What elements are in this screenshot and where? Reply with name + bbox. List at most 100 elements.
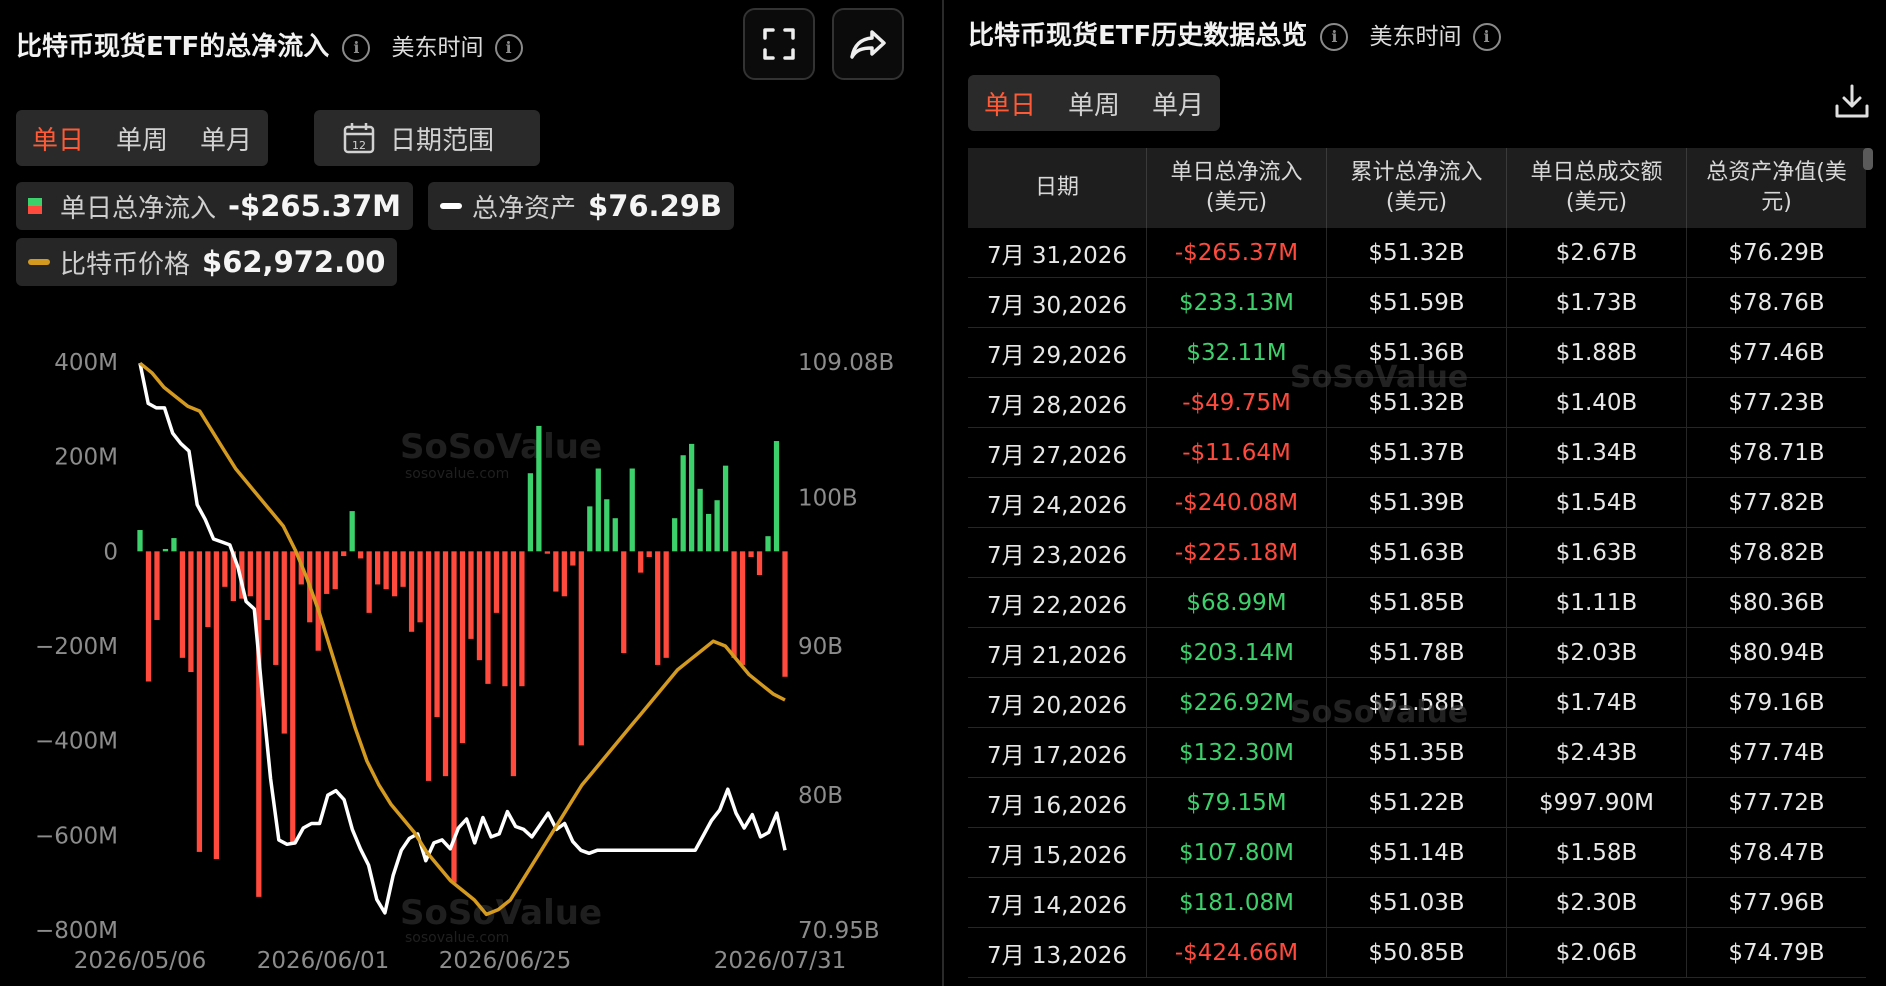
- flow-bar[interactable]: [281, 551, 287, 734]
- flow-bar[interactable]: [553, 551, 559, 592]
- flow-bar[interactable]: [188, 551, 194, 673]
- flow-bar[interactable]: [510, 551, 517, 777]
- table-row[interactable]: 7月 24,2026 -$240.08M $51.39B $1.54B $77.82B: [968, 477, 1866, 528]
- download-button[interactable]: [1832, 82, 1872, 126]
- share-button[interactable]: [832, 8, 904, 80]
- flow-bar[interactable]: [773, 441, 780, 552]
- flow-bar[interactable]: [256, 551, 262, 897]
- flow-bar[interactable]: [782, 551, 788, 677]
- flow-bar[interactable]: [391, 551, 398, 597]
- flow-bar[interactable]: [561, 551, 567, 597]
- table-row[interactable]: 7月 31,2026 -$265.37M $51.32B $2.67B $76.29B: [968, 228, 1866, 278]
- date-range-button[interactable]: 12 日期范围: [314, 110, 540, 166]
- tab-month[interactable]: 单月: [184, 120, 268, 157]
- legend-price[interactable]: 比特币价格 $62,972.00: [16, 238, 398, 286]
- flow-bar[interactable]: [629, 468, 635, 552]
- col-header-nav[interactable]: 总资产净值(美 元): [1686, 148, 1866, 228]
- flow-bar[interactable]: [705, 513, 712, 552]
- flow-bar[interactable]: [179, 551, 186, 658]
- table-row[interactable]: 7月 15,2026 $107.80M $51.14B $1.58B $78.47B: [968, 827, 1866, 878]
- table-row[interactable]: 7月 22,2026 $68.99M $51.85B $1.11B $80.36B: [968, 577, 1866, 628]
- flow-bar[interactable]: [655, 551, 661, 665]
- flow-bar[interactable]: [434, 551, 440, 717]
- flow-bar[interactable]: [638, 551, 644, 573]
- table-row[interactable]: 7月 17,2026 $132.30M $51.35B $2.43B $77.74B: [968, 727, 1866, 778]
- flow-bar[interactable]: [290, 551, 296, 845]
- flow-bar[interactable]: [621, 551, 627, 654]
- info-icon[interactable]: i: [1472, 23, 1501, 51]
- flow-bar[interactable]: [502, 551, 508, 687]
- flow-bar[interactable]: [366, 551, 372, 613]
- tab-day[interactable]: 单日: [968, 85, 1052, 122]
- flow-bar[interactable]: [493, 551, 500, 613]
- legend-flow[interactable]: 单日总净流入 -$265.37M: [16, 182, 413, 230]
- flow-bar[interactable]: [273, 551, 279, 665]
- flow-bar[interactable]: [145, 551, 152, 682]
- tab-day[interactable]: 单日: [16, 120, 100, 157]
- table-row[interactable]: 7月 16,2026 $79.15M $51.22B $997.90M $77.72B: [968, 777, 1866, 828]
- col-header-cum-flow[interactable]: 累计总净流入 (美元): [1326, 148, 1507, 228]
- col-header-volume[interactable]: 单日总成交额 (美元): [1506, 148, 1687, 228]
- flow-bar[interactable]: [341, 551, 347, 557]
- flow-bar[interactable]: [604, 499, 610, 552]
- flow-bar[interactable]: [587, 506, 593, 552]
- legend-assets[interactable]: 总净资产 $76.29B: [428, 182, 735, 230]
- flow-bar[interactable]: [408, 551, 415, 632]
- flow-bar[interactable]: [213, 551, 220, 859]
- flow-bar[interactable]: [375, 551, 381, 585]
- table-row[interactable]: 7月 21,2026 $203.14M $51.78B $2.03B $80.94B: [968, 627, 1866, 678]
- table-row[interactable]: 7月 14,2026 $181.08M $51.03B $2.30B $77.96B: [968, 877, 1866, 928]
- info-icon[interactable]: i: [494, 34, 523, 62]
- flow-bar[interactable]: [731, 551, 737, 658]
- flow-bar[interactable]: [722, 465, 729, 552]
- flow-bar[interactable]: [680, 455, 686, 552]
- col-header-daily-flow[interactable]: 单日总净流入 (美元): [1146, 148, 1327, 228]
- table-scrollbar[interactable]: [1863, 148, 1873, 170]
- flow-bar[interactable]: [544, 551, 550, 554]
- flow-bar[interactable]: [646, 551, 652, 558]
- flow-bar[interactable]: [358, 551, 364, 559]
- flow-bar[interactable]: [459, 551, 466, 744]
- flow-bar[interactable]: [612, 518, 618, 552]
- flow-bar[interactable]: [672, 518, 678, 552]
- info-icon[interactable]: i: [1320, 23, 1349, 51]
- flow-bar[interactable]: [748, 551, 754, 558]
- flow-bar[interactable]: [527, 473, 534, 552]
- flow-bar[interactable]: [689, 443, 695, 552]
- fullscreen-button[interactable]: [743, 8, 815, 80]
- flow-bar[interactable]: [247, 551, 253, 597]
- table-row[interactable]: 7月 23,2026 -$225.18M $51.63B $1.63B $78.82B: [968, 527, 1866, 578]
- flow-bar[interactable]: [578, 551, 584, 746]
- flow-bar[interactable]: [697, 488, 703, 552]
- tab-week[interactable]: 单周: [100, 120, 184, 157]
- flow-bar[interactable]: [756, 551, 763, 575]
- flow-bar[interactable]: [595, 468, 601, 552]
- flow-bar[interactable]: [171, 538, 177, 552]
- flow-bar[interactable]: [739, 551, 746, 665]
- flow-bar[interactable]: [476, 551, 483, 661]
- flow-bar[interactable]: [137, 530, 143, 552]
- flow-bar[interactable]: [196, 551, 203, 852]
- col-header-date[interactable]: 日期: [968, 148, 1147, 228]
- table-row[interactable]: 7月 30,2026 $233.13M $51.59B $1.73B $78.76B: [968, 277, 1866, 328]
- flow-bar[interactable]: [349, 511, 355, 552]
- flow-bar[interactable]: [400, 551, 406, 587]
- flow-bar[interactable]: [205, 551, 211, 628]
- flow-bar[interactable]: [222, 551, 228, 587]
- flow-bar[interactable]: [519, 551, 525, 687]
- flow-bar[interactable]: [442, 551, 449, 777]
- flow-bar[interactable]: [570, 551, 576, 566]
- flow-bar[interactable]: [324, 551, 330, 594]
- info-icon[interactable]: i: [342, 34, 371, 62]
- flow-bar[interactable]: [714, 500, 720, 552]
- flow-bar[interactable]: [154, 551, 160, 620]
- table-row[interactable]: 7月 13,2026 -$424.66M $50.85B $2.06B $74.79B: [968, 927, 1866, 978]
- table-row[interactable]: 7月 27,2026 -$11.64M $51.37B $1.34B $78.71B: [968, 427, 1866, 478]
- flow-bar[interactable]: [536, 425, 542, 552]
- flow-bar[interactable]: [468, 551, 474, 639]
- flow-bar[interactable]: [417, 551, 423, 623]
- flow-bar[interactable]: [663, 551, 669, 658]
- flow-chart[interactable]: SoSoValue sosovalue.com SoSoValue sosova…: [0, 330, 930, 986]
- flow-bar[interactable]: [425, 551, 432, 781]
- flow-bar[interactable]: [162, 548, 169, 552]
